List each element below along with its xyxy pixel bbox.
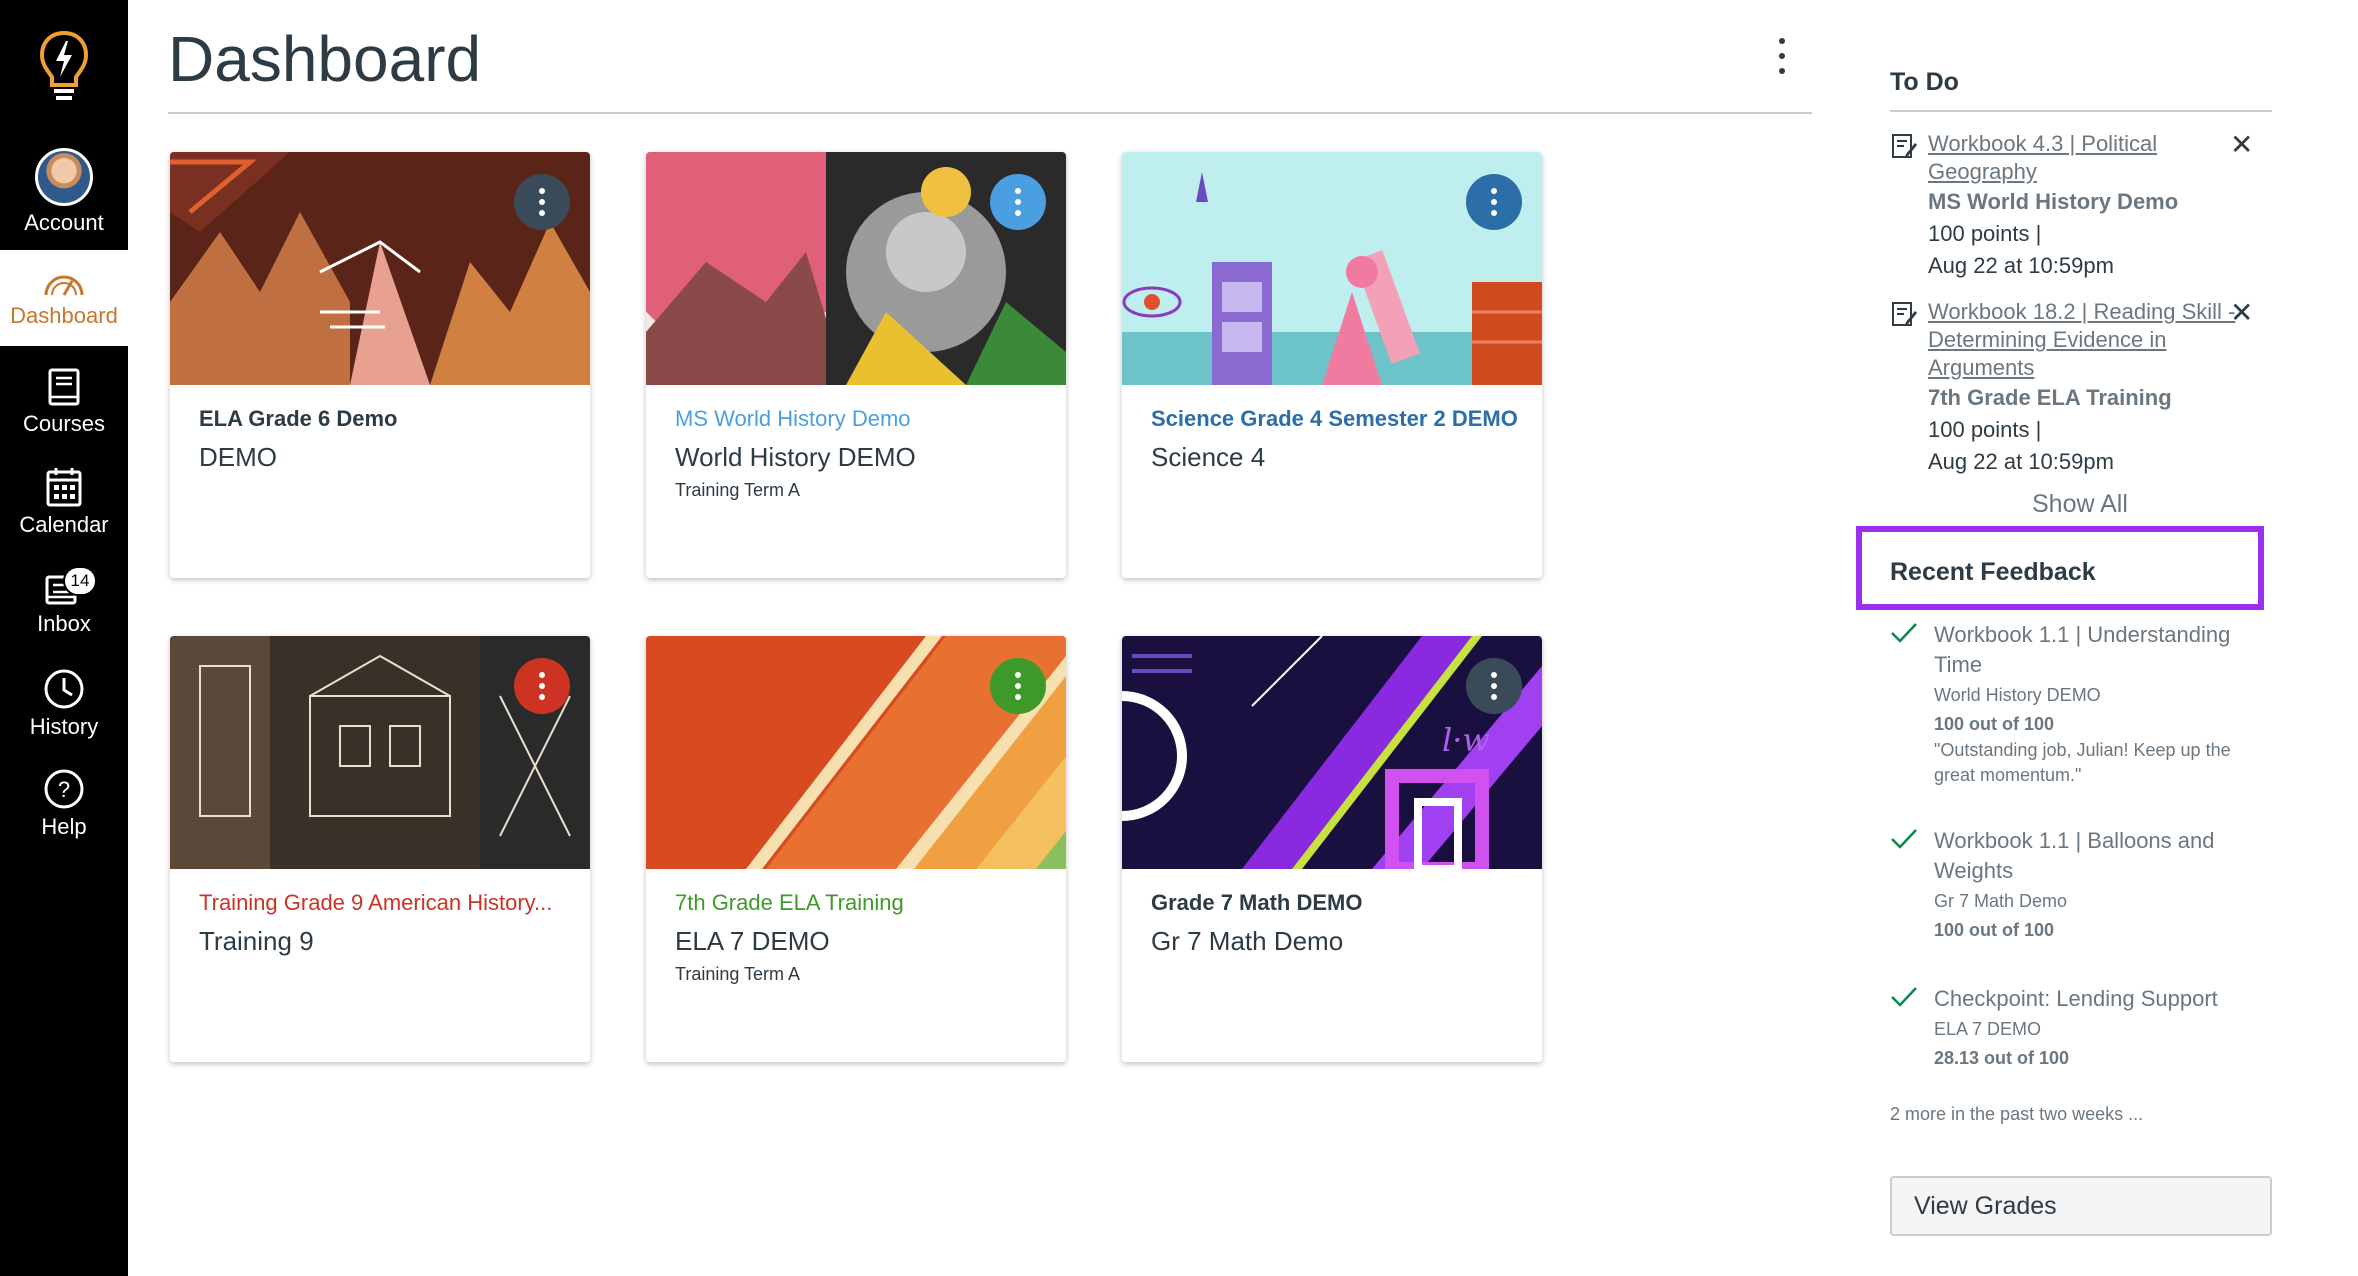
feedback-comment: "Outstanding job, Julian! Keep up the gr… [1934,740,2231,785]
course-card-title[interactable]: 7th Grade ELA Training [675,890,1045,916]
nav-account[interactable]: Account [0,136,128,248]
nav-dashboard-label: Dashboard [10,303,118,328]
todo-divider [1890,110,2272,112]
feedback-item[interactable]: Checkpoint: Lending Support ELA 7 DEMO 2… [1891,984,2274,1072]
todo-item: Workbook 18.2 | Reading Skill - Determin… [1892,298,2268,478]
course-card-title[interactable]: Training Grade 9 American History... [199,890,569,916]
feedback-course-name: ELA 7 DEMO [1934,1019,2042,1039]
course-card-title[interactable]: MS World History Demo [675,406,1045,432]
help-icon: ? [44,769,84,809]
nav-courses-label: Courses [23,411,105,436]
feedback-course-name: Gr 7 Math Demo [1934,891,2068,911]
card-options-button[interactable] [1466,658,1522,714]
book-icon [48,368,80,406]
inbox-unread-badge: 14 [63,566,97,596]
todo-points: 100 points | [1928,221,2042,246]
course-card[interactable]: 7th Grade ELA Training ELA 7 DEMO Traini… [646,636,1066,1062]
todo-assignment-link[interactable]: Workbook 18.2 | Reading Skill - Determin… [1928,298,2268,382]
course-card[interactable]: Science Grade 4 Semester 2 DEMO Science … [1122,152,1542,578]
nav-history[interactable]: History [0,654,128,754]
checkmark-icon [1891,987,1917,1007]
course-card[interactable]: l·w Grade 7 Math DEMO Gr 7 Math Demo [1122,636,1542,1062]
view-grades-button[interactable]: View Grades [1890,1176,2272,1236]
feedback-course-name: World History DEMO [1934,685,2101,705]
dismiss-todo-close-icon[interactable]: ✕ [2230,296,2253,329]
dashboard-icon [44,275,84,296]
nav-dashboard[interactable]: Dashboard [0,250,128,346]
todo-item: Workbook 4.3 | Political Geography MS Wo… [1892,130,2268,282]
course-card-code: World History DEMO [675,442,916,472]
card-options-button[interactable] [990,174,1046,230]
nav-courses[interactable]: Courses [0,352,128,452]
todo-due-date: Aug 22 at 10:59pm [1928,449,2114,474]
assignment-icon [1892,134,1917,158]
recent-feedback-heading: Recent Feedback [1890,558,2096,586]
card-options-button[interactable] [514,658,570,714]
assignment-icon [1892,302,1917,326]
card-options-button[interactable] [1466,174,1522,230]
feedback-score: 28.13 out of 100 [1934,1048,2070,1068]
feedback-item[interactable]: Workbook 1.1 | Understanding Time World … [1891,620,2274,788]
todo-course-name: MS World History Demo [1928,189,2179,214]
nav-account-label: Account [24,210,104,235]
todo-assignment-link[interactable]: Workbook 4.3 | Political Geography [1928,130,2268,186]
dashboard-options-menu[interactable] [1770,38,1794,74]
nav-calendar[interactable]: Calendar [0,452,128,552]
course-card[interactable]: MS World History Demo World History DEMO… [646,152,1066,578]
nav-inbox[interactable]: 14 Inbox [0,552,128,652]
course-card-term: Training Term A [675,964,801,984]
feedback-assignment-title[interactable]: Workbook 1.1 | Understanding Time [1934,620,2274,680]
nav-calendar-label: Calendar [19,512,109,537]
checkmark-icon [1891,829,1917,849]
course-card[interactable]: Training Grade 9 American History... Tra… [170,636,590,1062]
nav-help-label: Help [41,814,87,839]
todo-course-name: 7th Grade ELA Training [1928,385,2172,410]
calendar-icon [46,468,82,507]
feedback-score: 100 out of 100 [1934,714,2055,734]
feedback-assignment-title[interactable]: Checkpoint: Lending Support [1934,984,2274,1014]
feedback-assignment-title[interactable]: Workbook 1.1 | Balloons and Weights [1934,826,2274,886]
global-nav: Account Dashboard Courses Calendar 14 In… [0,0,128,1276]
dismiss-todo-close-icon[interactable]: ✕ [2230,128,2253,161]
course-card-title[interactable]: ELA Grade 6 Demo [199,406,569,432]
course-card-code: Gr 7 Math Demo [1151,926,1344,956]
canvas-logo-icon[interactable] [0,0,128,134]
page-title: Dashboard [168,23,482,95]
show-all-todo-link[interactable]: Show All [2032,490,2128,519]
nav-help[interactable]: ? Help [0,754,128,854]
todo-heading: To Do [1890,68,1959,96]
course-card-code: Science 4 [1151,442,1266,472]
todo-due-date: Aug 22 at 10:59pm [1928,253,2114,278]
svg-text:l·w: l·w [1442,721,1490,759]
header-divider [168,112,1812,114]
course-card-title[interactable]: Grade 7 Math DEMO [1151,890,1521,916]
course-card-code: ELA 7 DEMO [675,926,830,956]
todo-points: 100 points | [1928,417,2042,442]
svg-text:?: ? [58,777,70,802]
more-feedback-text: 2 more in the past two weeks ... [1890,1104,2144,1124]
nav-inbox-label: Inbox [37,611,91,636]
card-options-button[interactable] [514,174,570,230]
card-options-button[interactable] [990,658,1046,714]
course-card[interactable]: ELA Grade 6 Demo DEMO [170,152,590,578]
clock-icon [44,669,84,709]
course-card-code: DEMO [199,442,277,472]
avatar [35,148,93,206]
feedback-score: 100 out of 100 [1934,920,2055,940]
course-card-code: Training 9 [199,926,314,956]
course-card-term: Training Term A [675,480,801,500]
feedback-item[interactable]: Workbook 1.1 | Balloons and Weights Gr 7… [1891,826,2274,944]
nav-history-label: History [29,714,99,739]
course-card-title[interactable]: Science Grade 4 Semester 2 DEMO [1151,406,1521,432]
checkmark-icon [1891,623,1917,643]
